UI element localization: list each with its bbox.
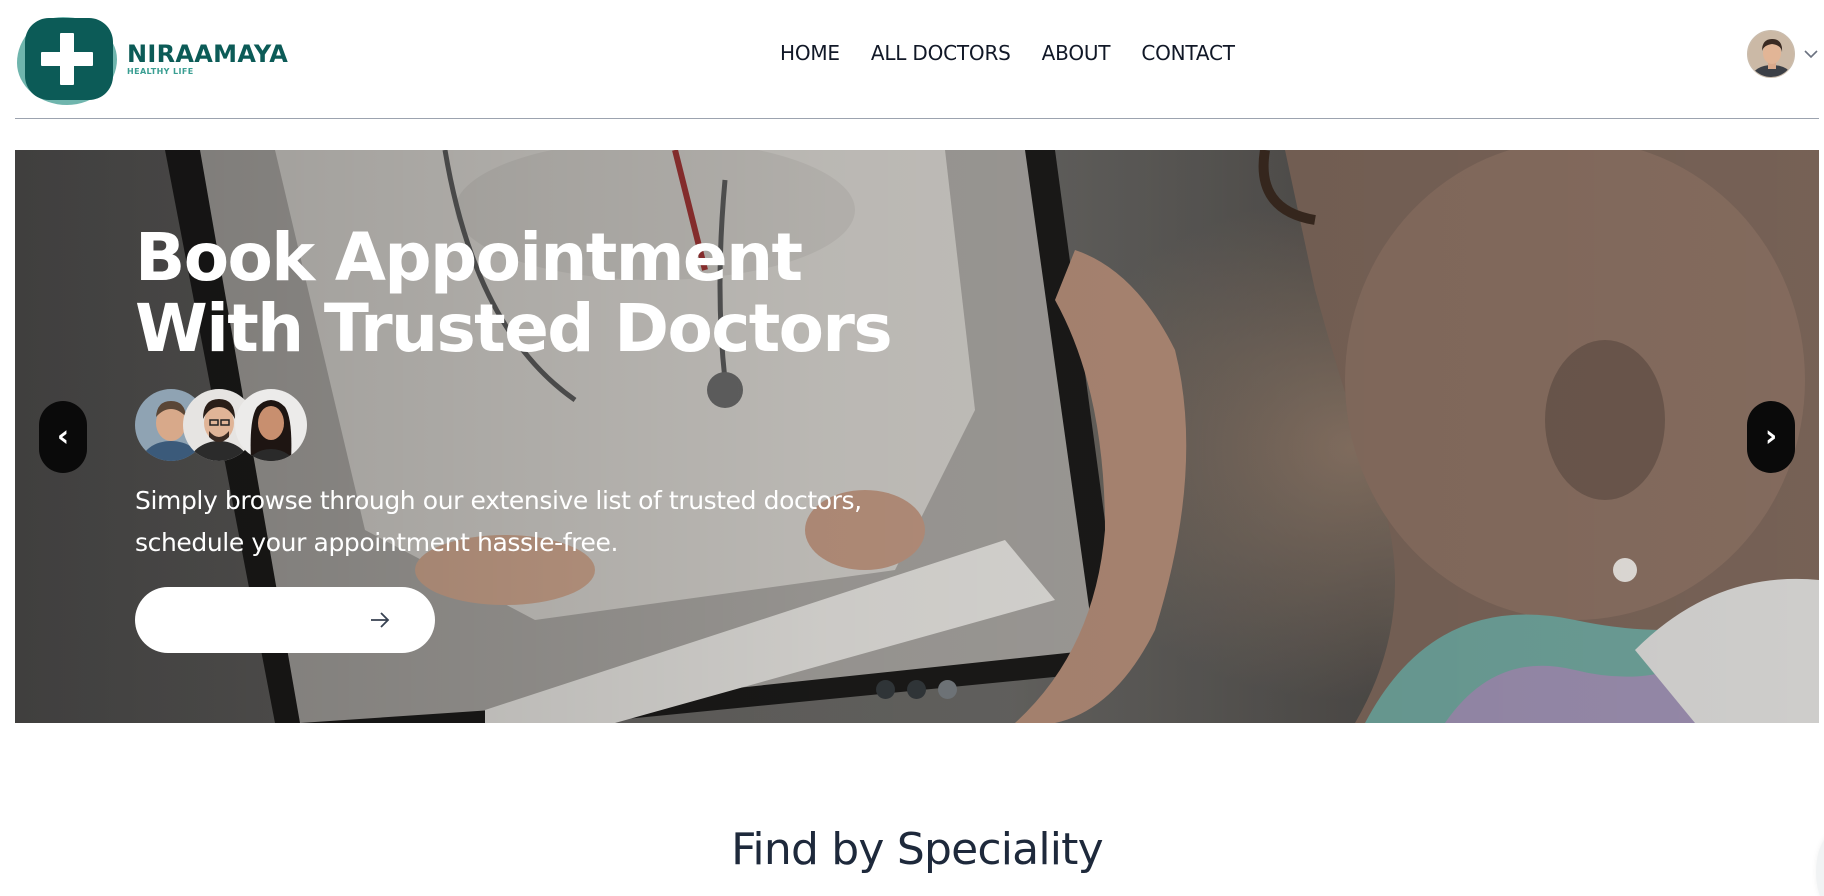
carousel-dot[interactable] [907, 680, 926, 699]
brand-wordmark: NIRAAMAYA HEALTHY LIFE [127, 42, 288, 76]
hero-carousel: Book Appointment With Trusted Doctors Si… [15, 150, 1819, 723]
section-title: Find by Speciality [731, 824, 1104, 875]
brand-tagline: HEALTHY LIFE [127, 67, 194, 76]
doctor-avatar [235, 389, 307, 461]
nav-about[interactable]: ABOUT [1042, 41, 1111, 65]
medical-cross-icon [17, 14, 119, 105]
doctor-avatars-group [135, 389, 307, 461]
brand-name: NIRAAMAYA [127, 40, 289, 68]
brand-logo[interactable]: NIRAAMAYA HEALTHY LIFE [17, 14, 288, 105]
arrow-right-icon [371, 612, 390, 628]
nav-all-doctors[interactable]: ALL DOCTORS [871, 41, 1011, 65]
carousel-prev-button[interactable]: ‹ [39, 401, 87, 473]
main-nav: HOME ALL DOCTORS ABOUT CONTACT [780, 41, 1235, 65]
carousel-next-button[interactable]: › [1747, 401, 1795, 473]
chevron-left-icon: ‹ [56, 419, 70, 454]
carousel-dot[interactable] [876, 680, 895, 699]
chevron-down-icon[interactable] [1803, 46, 1819, 62]
hero-title-line-2: With Trusted Doctors [135, 290, 893, 367]
nav-contact[interactable]: CONTACT [1141, 41, 1235, 65]
nav-home[interactable]: HOME [780, 41, 840, 65]
hero-title-line-1: Book Appointment [135, 219, 803, 296]
profile-menu[interactable] [1747, 30, 1819, 78]
carousel-pagination [876, 680, 957, 699]
user-avatar[interactable] [1747, 30, 1795, 78]
hero-title: Book Appointment With Trusted Doctors [135, 222, 895, 364]
carousel-dot[interactable] [938, 680, 957, 699]
site-header: NIRAAMAYA HEALTHY LIFE HOME ALL DOCTORS … [15, 0, 1819, 119]
chevron-right-icon: › [1764, 419, 1778, 454]
book-appointment-button[interactable] [135, 587, 435, 653]
hero-description: Simply browse through our extensive list… [135, 486, 862, 557]
